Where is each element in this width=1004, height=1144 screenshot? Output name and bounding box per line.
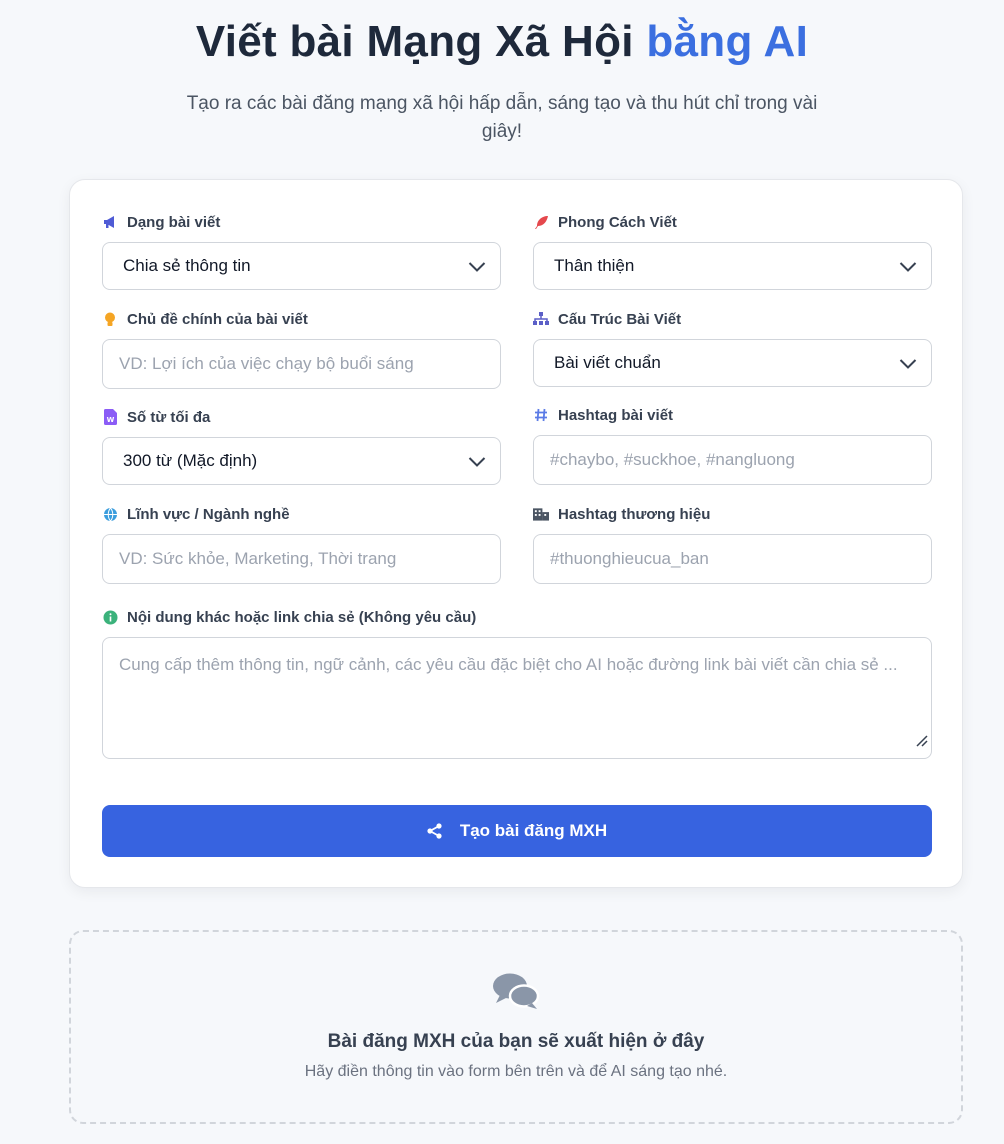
page-subtitle: Tạo ra các bài đăng mạng xã hội hấp dẫn,… xyxy=(186,93,818,142)
post-type-field: Dạng bài viết Chia sẻ thông tin xyxy=(102,212,501,290)
post-type-select[interactable]: Chia sẻ thông tin xyxy=(102,242,501,290)
comments-icon xyxy=(492,972,540,1017)
brand-hashtag-field: Hashtag thương hiệu #thuonghieucua_ban xyxy=(533,504,932,584)
resize-handle-icon[interactable] xyxy=(914,729,928,755)
brand-hashtag-label: Hashtag thương hiệu xyxy=(533,504,932,524)
generate-post-button[interactable]: Tạo bài đăng MXH xyxy=(102,805,932,857)
page-title-main: Viết bài Mạng Xã Hội xyxy=(195,17,647,66)
chevron-down-icon xyxy=(899,258,917,278)
brand-hashtag-input[interactable]: #thuonghieucua_ban xyxy=(533,534,932,584)
svg-text:W: W xyxy=(106,416,114,424)
hashtags-label: Hashtag bài viết xyxy=(533,405,932,425)
building-icon xyxy=(533,506,549,522)
max-words-label: W Số từ tối đa xyxy=(102,407,501,427)
sitemap-icon xyxy=(533,311,549,327)
extra-content-textarea[interactable]: Cung cấp thêm thông tin, ngữ cảnh, các y… xyxy=(102,637,932,759)
industry-input[interactable]: VD: Sức khỏe, Marketing, Thời trang xyxy=(102,534,501,584)
hashtags-input[interactable]: #chaybo, #suckhoe, #nangluong xyxy=(533,435,932,485)
writing-style-label: Phong Cách Viết xyxy=(533,212,932,232)
writing-style-select[interactable]: Thân thiện xyxy=(533,242,932,290)
extra-content-label: Nội dung khác hoặc link chia sẻ (Không y… xyxy=(102,607,932,627)
industry-field: Lĩnh vực / Ngành nghề VD: Sức khỏe, Mark… xyxy=(102,504,501,584)
structure-select[interactable]: Bài viết chuẩn xyxy=(533,339,932,387)
output-placeholder: Bài đăng MXH của bạn sẽ xuất hiện ở đây … xyxy=(69,930,963,1124)
extra-content-field: Nội dung khác hoặc link chia sẻ (Không y… xyxy=(102,607,932,759)
output-placeholder-subtitle: Hãy điền thông tin vào form bên trên và … xyxy=(304,1063,728,1080)
structure-label: Cấu Trúc Bài Viết xyxy=(533,309,932,329)
page-title: Viết bài Mạng Xã Hội bằng AI xyxy=(0,16,1004,68)
post-form-card: Dạng bài viết Chia sẻ thông tin Phong Cá… xyxy=(69,179,963,888)
word-file-icon: W xyxy=(102,409,118,425)
post-type-label: Dạng bài viết xyxy=(102,212,501,232)
topic-field: Chủ đề chính của bài viết VD: Lợi ích củ… xyxy=(102,309,501,389)
output-placeholder-title: Bài đăng MXH của bạn sẽ xuất hiện ở đây xyxy=(327,1031,705,1052)
chevron-down-icon xyxy=(899,355,917,375)
globe-icon xyxy=(102,506,118,522)
page-title-accent: bằng AI xyxy=(646,17,809,66)
max-words-select[interactable]: 300 từ (Mặc định) xyxy=(102,437,501,485)
page-header: Viết bài Mạng Xã Hội bằng AI Tạo ra các … xyxy=(0,0,1004,146)
max-words-field: W Số từ tối đa 300 từ (Mặc định) xyxy=(102,407,501,485)
writing-style-field: Phong Cách Viết Thân thiện xyxy=(533,212,932,290)
megaphone-icon xyxy=(102,214,118,230)
hashtag-icon xyxy=(533,407,549,423)
chevron-down-icon xyxy=(468,258,486,278)
info-circle-icon xyxy=(102,609,118,625)
lightbulb-icon xyxy=(102,311,118,327)
structure-field: Cấu Trúc Bài Viết Bài viết chuẩn xyxy=(533,309,932,387)
hashtags-field: Hashtag bài viết #chaybo, #suckhoe, #nan… xyxy=(533,405,932,485)
share-icon xyxy=(427,823,442,839)
topic-label: Chủ đề chính của bài viết xyxy=(102,309,501,329)
chevron-down-icon xyxy=(468,453,486,473)
topic-input[interactable]: VD: Lợi ích của việc chạy bộ buổi sáng xyxy=(102,339,501,389)
feather-icon xyxy=(533,214,549,230)
industry-label: Lĩnh vực / Ngành nghề xyxy=(102,504,501,524)
